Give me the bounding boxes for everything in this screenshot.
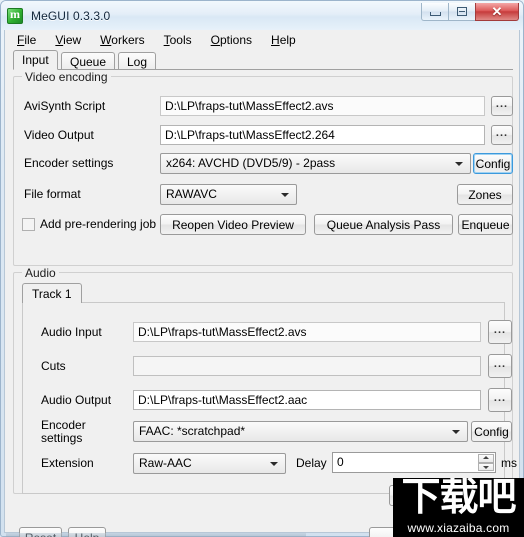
title-bar[interactable]: MeGUI 0.3.3.0 ✕ [2,2,522,29]
menu-item-help[interactable]: Help [269,32,298,48]
audio-input-label: Audio Input [41,325,102,339]
minimize-button[interactable] [421,3,449,21]
menu-view-mnemonic: V [55,33,64,47]
menu-view-rest: iew [63,33,82,47]
audio-group: Audio Track 1 Audio Input D:\LP\fraps-tu… [13,266,517,494]
cuts-browse-button[interactable]: ... [488,354,512,378]
video-output-label: Video Output [24,128,94,142]
file-format-label: File format [24,187,81,201]
avisynth-script-label: AviSynth Script [24,99,106,113]
delay-value: 0 [337,455,344,469]
add-prerendering-job-label: Add pre-rendering job [40,217,157,231]
menu-options-mnemonic: O [210,33,220,47]
tab-log[interactable]: Log [118,52,157,70]
menu-workers-mnemonic: W [100,33,112,47]
audio-track-tab-strip: Track 1 [22,283,502,303]
video-encoder-settings-combo[interactable]: x264: AVCHD (DVD5/9) - 2pass [160,153,471,174]
client-area: File View Workers Tools Options Help Inp… [4,30,520,537]
delay-stepper[interactable]: 0 [332,452,496,473]
audio-encoder-settings-combo[interactable]: FAAC: *scratchpad* [133,421,468,442]
megui-app-icon [7,7,23,24]
audio-track-tab-1[interactable]: Track 1 [22,283,82,303]
avisynth-script-browse-button[interactable]: ... [491,96,513,116]
audio-output-input[interactable]: D:\LP\fraps-tut\MassEffect2.aac [133,390,481,410]
audio-group-title: Audio [22,266,59,280]
audio-encoder-config-button[interactable]: Config [471,421,512,442]
menu-options-rest: ptions [219,33,253,47]
menu-workers-rest: orkers [111,33,145,47]
extension-label: Extension [41,456,94,470]
window-controls: ✕ [421,3,519,21]
watermark-url: www.xiazaiba.com [407,521,510,535]
extension-combo[interactable]: Raw-AAC [133,453,286,474]
video-output-input[interactable]: D:\LP\fraps-tut\MassEffect2.264 [160,125,485,145]
video-encoder-settings-value: x264: AVCHD (DVD5/9) - 2pass [166,156,336,170]
close-icon: ✕ [491,4,503,19]
zones-button[interactable]: Zones [457,184,513,205]
audio-output-browse-button[interactable]: ... [488,388,512,412]
menu-bar: File View Workers Tools Options Help [5,30,519,50]
video-encoder-settings-label: Encoder settings [24,156,114,170]
menu-help-rest: elp [279,33,296,47]
megui-main-window: MeGUI 0.3.3.0 ✕ File View Workers Tools … [0,0,524,537]
queue-analysis-pass-button[interactable]: Queue Analysis Pass [314,214,453,235]
file-format-combo[interactable]: RAWAVC [160,184,297,205]
menu-help-mnemonic: H [271,33,280,47]
video-output-browse-button[interactable]: ... [491,125,513,145]
chevron-down-icon [452,429,460,434]
site-watermark: 下载吧 www.xiazaiba.com [393,478,524,537]
menu-item-file[interactable]: File [15,32,38,48]
video-encoding-group: Video encoding AviSynth Script D:\LP\fra… [13,70,513,266]
maximize-icon [457,7,467,16]
menu-item-options[interactable]: Options [209,32,254,48]
audio-encoder-settings-value: FAAC: *scratchpad* [139,424,246,438]
spin-up-icon[interactable] [478,454,494,463]
audio-output-label: Audio Output [41,393,112,407]
watermark-chinese-text: 下载吧 [401,478,516,520]
video-encoding-group-title: Video encoding [22,70,111,84]
reopen-video-preview-button[interactable]: Reopen Video Preview [160,214,306,235]
chevron-down-icon [270,461,278,466]
close-button[interactable]: ✕ [475,3,519,21]
file-format-value: RAWAVC [166,187,217,201]
menu-file-rest: ile [24,33,37,47]
audio-encoder-settings-label-line1: Encoder [41,418,86,432]
maximize-button[interactable] [448,3,476,21]
delay-label: Delay [296,456,327,470]
menu-tools-rest: ools [169,33,192,47]
audio-track-panel: Audio Input D:\LP\fraps-tut\MassEffect2.… [22,302,517,494]
minimize-icon [429,11,441,16]
add-prerendering-job-checkbox[interactable]: Add pre-rendering job [22,217,156,231]
window-title: MeGUI 0.3.3.0 [31,8,111,23]
chevron-down-icon [455,161,463,166]
menu-item-tools[interactable]: Tools [162,32,194,48]
tab-input[interactable]: Input [13,50,58,70]
delay-spin-buttons[interactable] [478,454,494,471]
main-tab-strip: Input Queue Log [13,50,513,70]
window-bottom-shadow [6,533,306,537]
cuts-input[interactable] [133,356,481,376]
tab-queue[interactable]: Queue [61,52,116,70]
audio-encoder-settings-label-line2: settings [41,431,83,445]
chevron-down-icon [281,192,289,197]
extension-value: Raw-AAC [139,456,192,470]
delay-units-label: ms [501,456,517,470]
menu-item-workers[interactable]: Workers [98,32,146,48]
avisynth-script-input[interactable]: D:\LP\fraps-tut\MassEffect2.avs [160,96,485,116]
video-encoder-config-button[interactable]: Config [473,153,513,174]
video-enqueue-button[interactable]: Enqueue [458,214,513,235]
checkbox-icon [22,217,35,231]
menu-item-view[interactable]: View [53,32,83,48]
audio-input-browse-button[interactable]: ... [488,320,512,344]
cuts-label: Cuts [41,359,66,373]
spin-down-icon[interactable] [478,462,494,471]
audio-input-input[interactable]: D:\LP\fraps-tut\MassEffect2.avs [133,322,481,342]
